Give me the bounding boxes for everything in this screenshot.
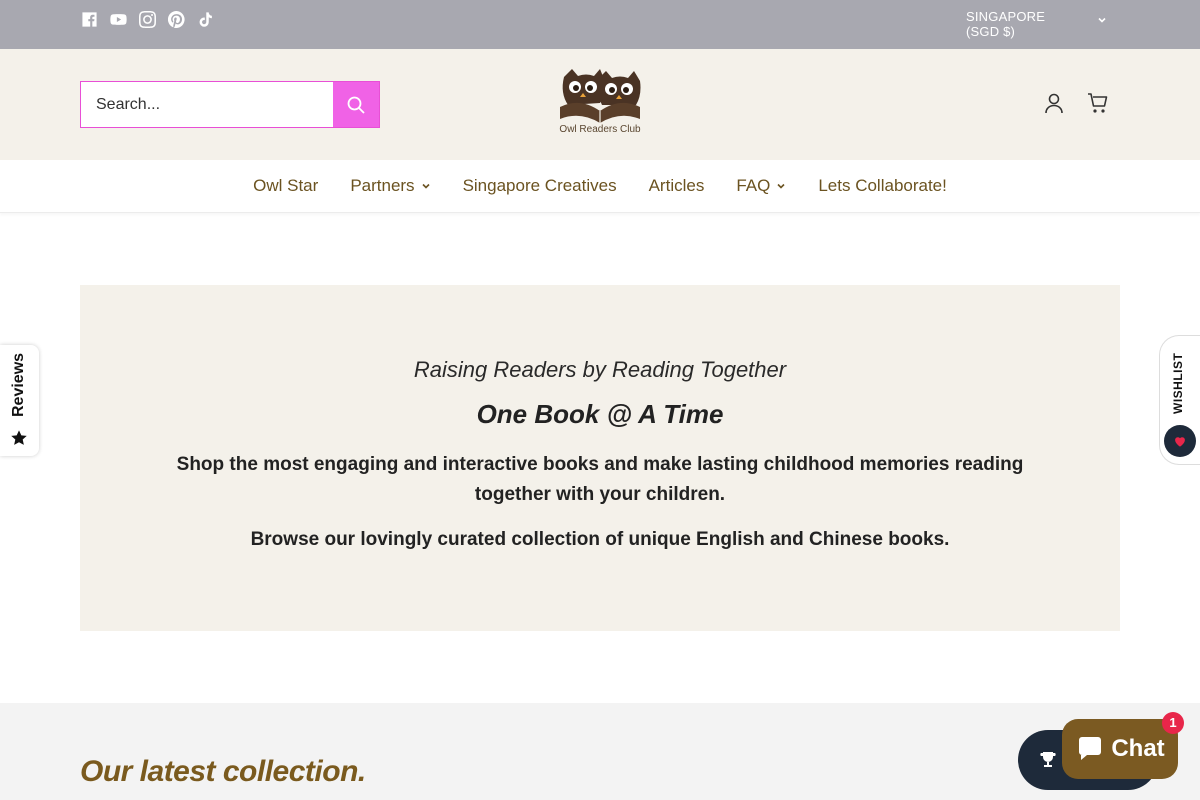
heart-icon bbox=[1164, 425, 1196, 457]
currency-country: SINGAPORE bbox=[966, 9, 1046, 24]
social-links bbox=[80, 10, 215, 29]
instagram-icon[interactable] bbox=[138, 10, 157, 29]
hero-paragraph: Browse our lovingly curated collection o… bbox=[250, 529, 950, 550]
nav-item-singapore-creatives[interactable]: Singapore Creatives bbox=[463, 176, 617, 196]
nav-item-label: Singapore Creatives bbox=[462, 176, 617, 195]
reviews-tab[interactable]: Reviews bbox=[0, 345, 39, 456]
chat-bubble-icon bbox=[1079, 737, 1102, 760]
nav-item-label: FAQ bbox=[736, 176, 771, 195]
tiktok-icon[interactable] bbox=[196, 10, 215, 29]
nav-item-lets-collaborate[interactable]: Lets Collaborate! bbox=[818, 176, 947, 196]
facebook-icon[interactable] bbox=[80, 10, 99, 29]
nav-item-label: Owl Star bbox=[253, 176, 319, 195]
hero-title: One Book @ A Time bbox=[476, 399, 724, 429]
pinterest-icon[interactable] bbox=[167, 10, 186, 29]
search-button[interactable] bbox=[333, 82, 379, 127]
nav-item-faq[interactable]: FAQ bbox=[736, 176, 786, 196]
youtube-icon[interactable] bbox=[109, 10, 128, 29]
chevron-down-icon bbox=[421, 183, 430, 189]
wishlist-tab[interactable]: WISHLIST bbox=[1159, 335, 1200, 465]
chat-button[interactable]: Chat bbox=[1062, 719, 1178, 779]
nav-item-owl-star[interactable]: Owl Star bbox=[253, 176, 318, 196]
star-icon bbox=[11, 430, 27, 445]
account-icon[interactable] bbox=[1042, 91, 1066, 115]
site-header: Owl Readers Club bbox=[0, 49, 1200, 160]
hero-banner: Raising Readers by Reading Together One … bbox=[80, 285, 1120, 631]
currency-selector[interactable]: SINGAPORE (SGD $) bbox=[966, 9, 1111, 41]
header-actions bbox=[1042, 91, 1110, 115]
nav-item-articles[interactable]: Articles bbox=[649, 176, 705, 196]
reviews-label: Reviews bbox=[10, 352, 27, 417]
nav-item-partners[interactable]: Partners bbox=[350, 176, 430, 196]
chat-notification-badge: 1 bbox=[1162, 712, 1184, 734]
logo-text: Owl Readers Club bbox=[559, 124, 641, 135]
nav-item-label: Articles bbox=[648, 176, 705, 195]
search-icon bbox=[347, 96, 365, 114]
currency-code: (SGD $) bbox=[966, 24, 1016, 39]
search-input[interactable] bbox=[81, 82, 333, 127]
chevron-down-icon bbox=[777, 183, 785, 189]
chat-label: Chat bbox=[1111, 735, 1165, 762]
trophy-icon bbox=[1040, 752, 1056, 767]
section-heading: Our latest collection. bbox=[80, 755, 366, 788]
hero-paragraph: Shop the most engaging and interactive b… bbox=[176, 454, 1024, 505]
chevron-down-icon bbox=[1098, 17, 1106, 23]
announcement-bar: SINGAPORE (SGD $) bbox=[0, 0, 1200, 49]
search-form bbox=[80, 81, 380, 128]
hero-tagline: Raising Readers by Reading Together bbox=[413, 357, 787, 382]
wishlist-label: WISHLIST bbox=[1171, 352, 1185, 414]
nav-item-label: Lets Collaborate! bbox=[818, 176, 947, 195]
nav-item-label: Partners bbox=[350, 176, 415, 195]
cart-icon[interactable] bbox=[1086, 91, 1110, 115]
main-nav: Owl Star Partners Singapore Creatives Ar… bbox=[0, 160, 1200, 213]
